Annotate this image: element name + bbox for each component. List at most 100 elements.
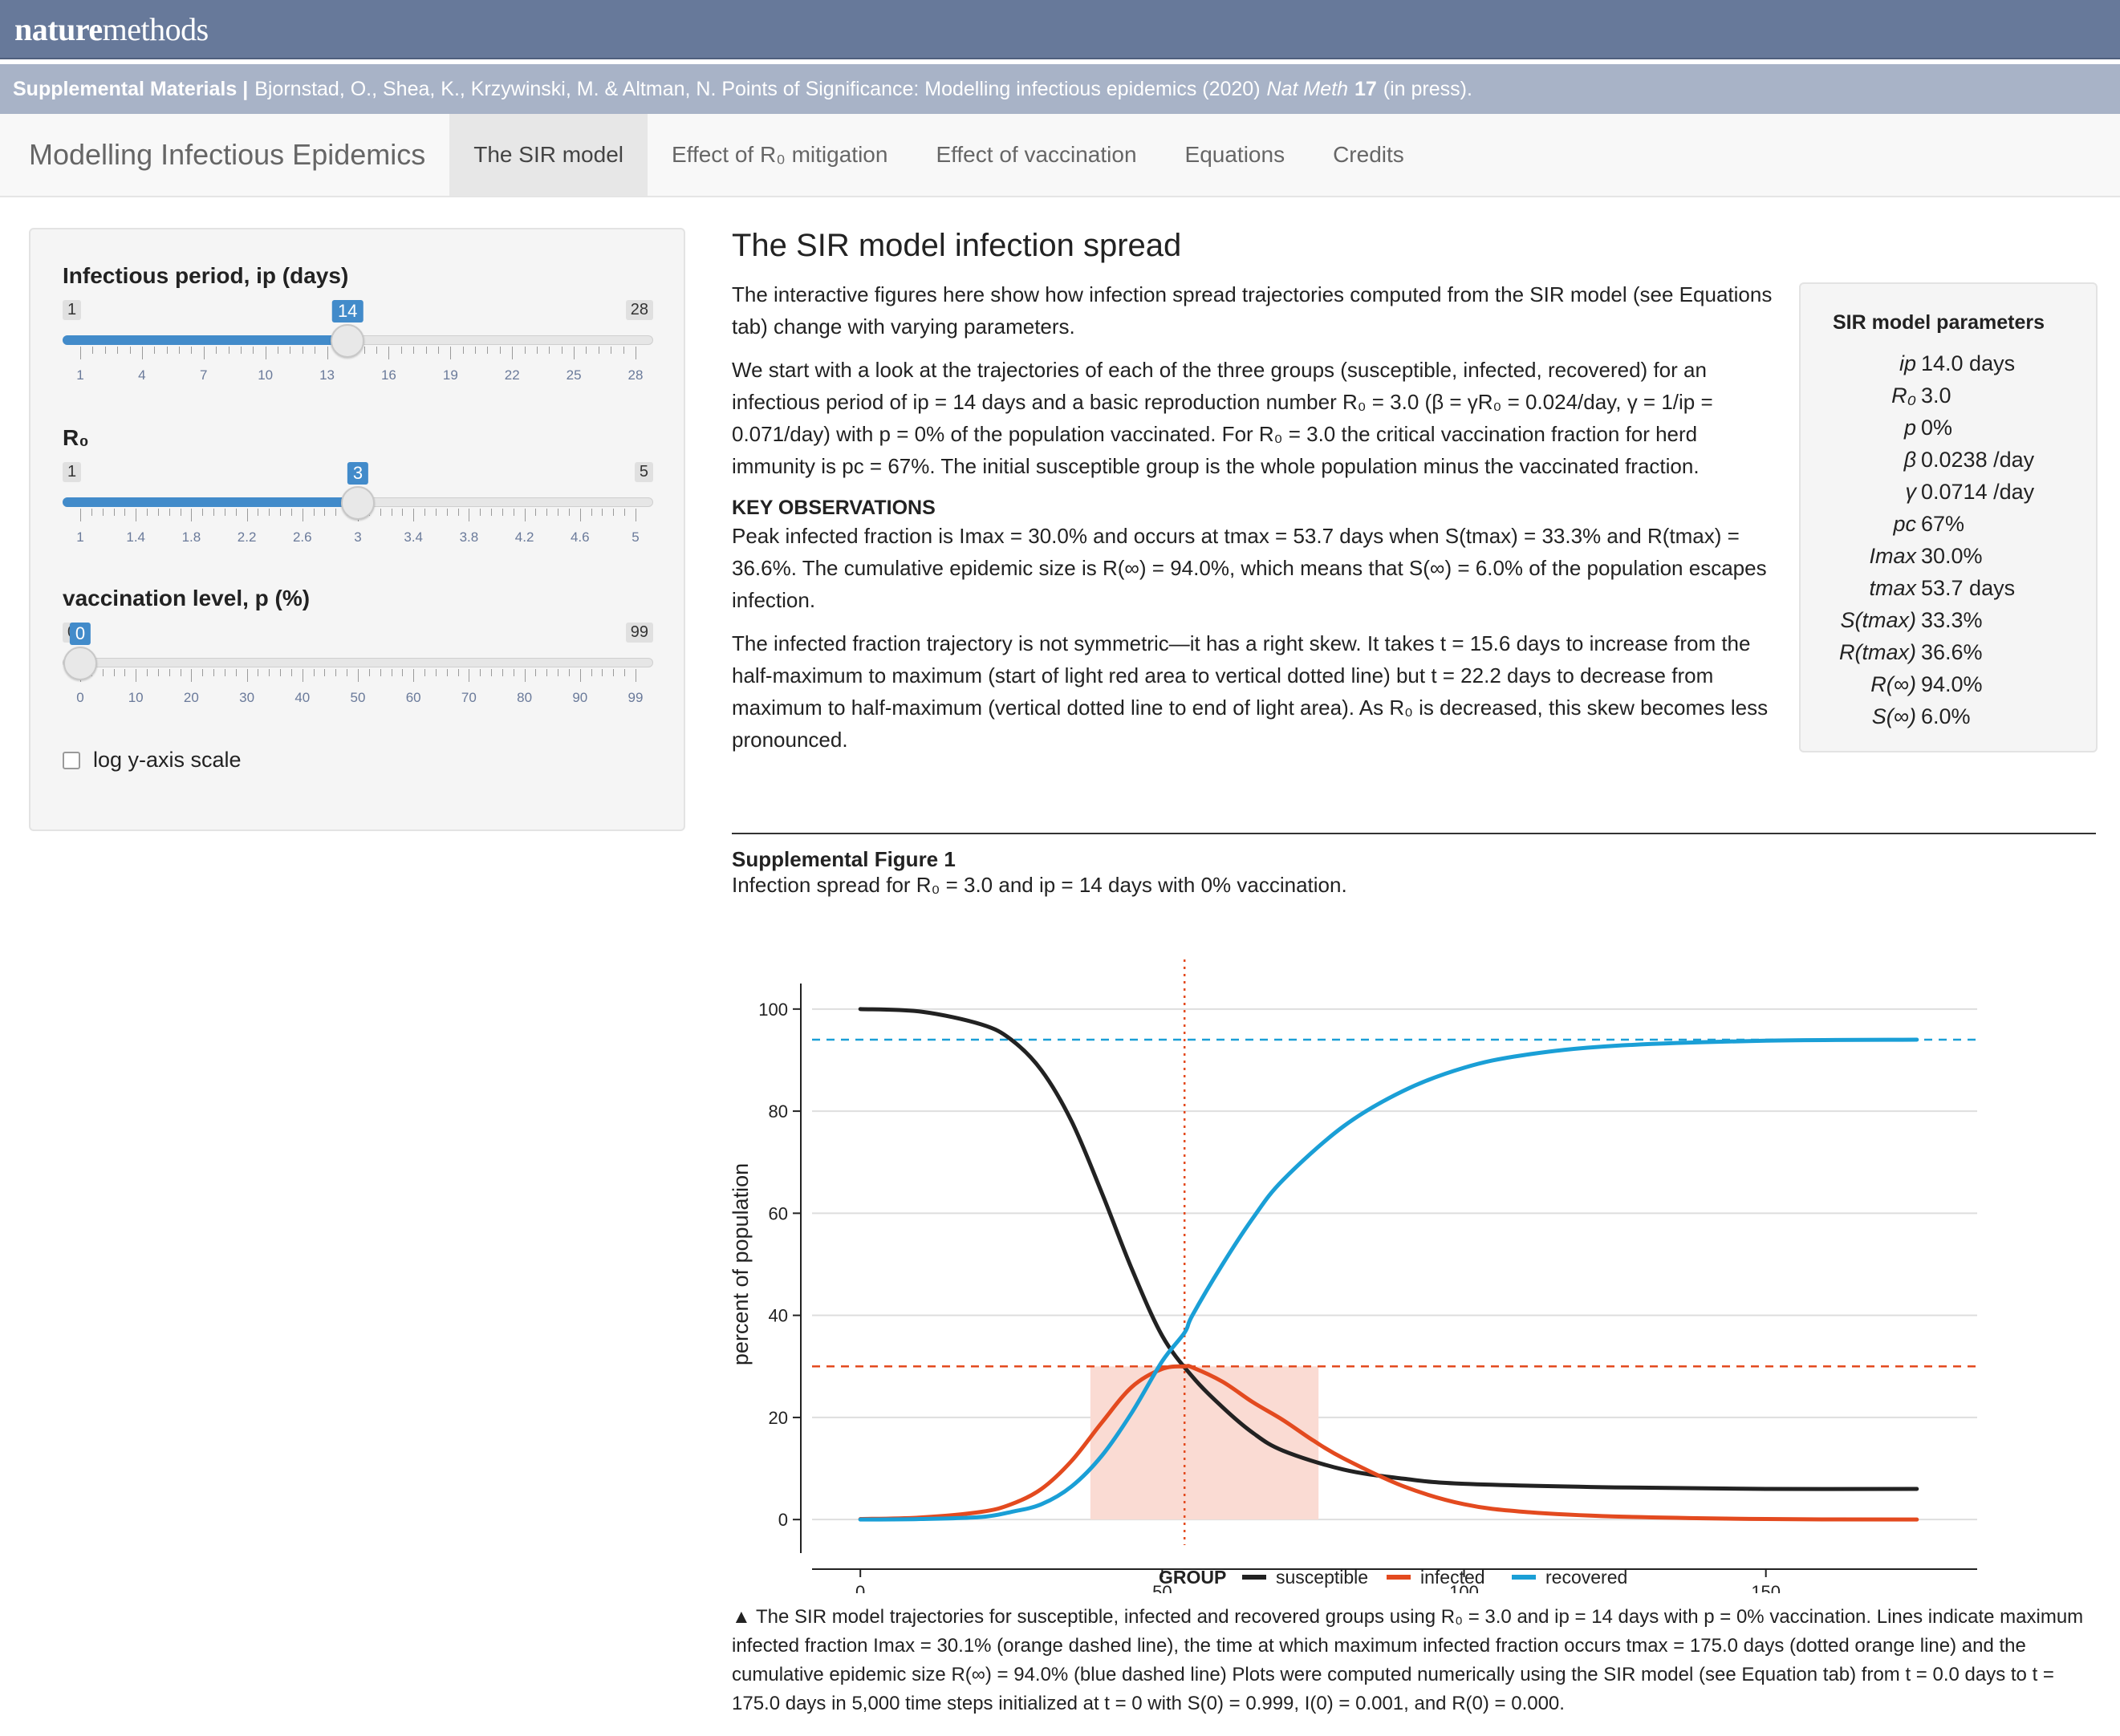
model-paragraph: We start with a look at the trajectories…	[732, 358, 1713, 478]
slider-value-badge: 0	[69, 623, 91, 645]
parameter-row: R(∞) 94.0%	[1801, 672, 2099, 704]
parameter-value: 14.0 days	[1921, 351, 2016, 375]
legend-label: recovered	[1545, 1567, 1627, 1588]
ip-slider-label: Infectious period, ip (days)	[63, 263, 349, 288]
parameter-name: ip	[1899, 351, 1916, 375]
slider-tick-label: 16	[380, 367, 396, 383]
y-tick-label: 0	[778, 1510, 788, 1530]
tab-sir-model[interactable]: The SIR model	[449, 114, 648, 196]
slider-tick-label: 90	[572, 690, 588, 705]
tab-credits[interactable]: Credits	[1309, 114, 1428, 196]
log-scale-checkbox[interactable]: log y-axis scale	[63, 748, 242, 773]
parameter-name: tmax	[1869, 576, 1916, 600]
slider-tick-label: 10	[258, 367, 274, 383]
citation-text: Bjornstad, O., Shea, K., Krzywinski, M. …	[254, 77, 1261, 100]
slider-tick-label: 2.6	[292, 529, 312, 545]
main-content: The SIR model infection spread The inter…	[732, 217, 2098, 1714]
controls-panel: Infectious period, ip (days) 1 28 1 4 7 10 13 1…	[29, 228, 685, 831]
infected-series-line	[858, 1364, 1919, 1522]
log-scale-label: log y-axis scale	[93, 748, 242, 772]
parameter-name: pc	[1893, 512, 1916, 536]
intro-paragraph: The interactive figures here show how in…	[732, 282, 1773, 339]
slider-tick-label: 4.2	[514, 529, 534, 545]
parameter-row: γ 0.0714 /day	[1801, 480, 2099, 512]
y-tick-label: 60	[769, 1203, 788, 1223]
tab-vaccination[interactable]: Effect of vaccination	[912, 114, 1160, 196]
parameter-value: 67%	[1921, 512, 1965, 536]
slider-min-label: 1	[63, 462, 82, 482]
slider-tick-label: 50	[350, 690, 366, 705]
tab-r0-mitigation[interactable]: Effect of R₀ mitigation	[648, 114, 912, 196]
tab-equations[interactable]: Equations	[1161, 114, 1310, 196]
slider-fill	[63, 335, 348, 345]
parameter-name: γ	[1905, 480, 1917, 504]
citation-journal: Nat Meth	[1266, 77, 1348, 100]
legend-label: infected	[1420, 1567, 1485, 1588]
slider-tick-label: 60	[405, 690, 421, 705]
slider-tick-label: 25	[566, 367, 582, 383]
parameter-row: ip 14.0 days	[1801, 351, 2099, 383]
app-title[interactable]: Modelling Infectious Epidemics	[0, 114, 449, 196]
slider-value-badge: 14	[331, 300, 363, 322]
parameter-row: tmax 53.7 days	[1801, 576, 2099, 608]
skew-paragraph: The infected fraction trajectory is not …	[732, 631, 1769, 752]
slider-tick-label: 0	[76, 690, 84, 705]
slider-tick-label: 30	[239, 690, 255, 705]
parameter-name: R₀	[1891, 383, 1916, 408]
parameter-row: Imax 30.0%	[1801, 544, 2099, 576]
slider-tick-label: 13	[319, 367, 335, 383]
parameter-value: 53.7 days	[1921, 576, 2016, 600]
parameter-row: β 0.0238 /day	[1801, 448, 2099, 480]
key-observations-heading: KEY OBSERVATIONS	[732, 497, 936, 519]
slider-tick-label: 3.8	[459, 529, 479, 545]
slider-tick-label: 3	[354, 529, 362, 545]
slider-tick-label: 28	[627, 367, 644, 383]
parameter-row: R₀ 3.0	[1801, 383, 2099, 416]
supplemental-label: Supplemental Materials |	[13, 77, 249, 100]
journal-logo[interactable]: naturemethods	[14, 10, 209, 48]
parameter-value: 94.0%	[1921, 672, 1983, 696]
parameter-name: R(∞)	[1870, 672, 1916, 696]
parameter-value: 0.0238 /day	[1921, 448, 2035, 472]
r0-slider[interactable]: 1 5 1 1.4 1.8 2.2 2.6 3 3.4 3.8 4.2 4.6 5 3	[63, 462, 653, 558]
parameter-name: R(tmax)	[1839, 640, 1916, 664]
slider-track[interactable]	[63, 658, 653, 667]
x-tick-label: 0	[855, 1582, 865, 1593]
slider-handle[interactable]	[341, 486, 375, 520]
slider-fill	[63, 497, 358, 507]
slider-tick-label: 2.2	[237, 529, 257, 545]
parameter-name: Imax	[1869, 544, 1916, 568]
slider-tick-label: 99	[627, 690, 644, 705]
slider-tick-label: 4	[138, 367, 146, 383]
slider-tick-label: 7	[200, 367, 208, 383]
parameters-panel: SIR model parameters ip 14.0 days R₀ 3.0 p 0%…	[1799, 282, 2098, 752]
parameter-value: 36.6%	[1921, 640, 1983, 664]
slider-min-label: 1	[63, 300, 82, 320]
slider-tick-label: 22	[504, 367, 520, 383]
citation-volume: 17	[1354, 77, 1377, 100]
citation-status: (in press).	[1383, 77, 1472, 100]
journal-header: naturemethods	[0, 0, 2120, 59]
slider-handle[interactable]	[331, 324, 365, 358]
vaccination-slider[interactable]: 0990102030405060708090990	[63, 623, 653, 719]
slider-tick-label: 19	[442, 367, 458, 383]
slider-tick-label: 20	[183, 690, 199, 705]
parameter-row: p 0%	[1801, 416, 2099, 448]
legend-title: GROUP	[1159, 1567, 1226, 1588]
slider-tick-label: 4.6	[570, 529, 590, 545]
figure-title: Supplemental Figure 1	[732, 847, 956, 871]
figure-caption: ▲ The SIR model trajectories for suscept…	[732, 1606, 2084, 1714]
parameters-title: SIR model parameters	[1833, 311, 2045, 334]
parameter-row: R(tmax) 36.6%	[1801, 640, 2099, 672]
parameter-value: 3.0	[1921, 383, 1951, 408]
slider-max-label: 5	[634, 462, 653, 482]
y-tick-label: 100	[758, 1000, 788, 1020]
top-navbar: Modelling Infectious Epidemics The SIR m…	[0, 114, 2120, 197]
checkbox-box[interactable]	[63, 751, 80, 769]
ip-slider[interactable]: 1 28 1 4 7 10 13 16 19 22 25 28 14	[63, 300, 653, 396]
slider-handle[interactable]	[63, 647, 97, 680]
parameter-value: 0.0714 /day	[1921, 480, 2035, 504]
slider-tick-label: 3.4	[404, 529, 424, 545]
observation-paragraph: Peak infected fraction is Imax = 30.0% a…	[732, 524, 1767, 612]
parameter-value: 30.0%	[1921, 544, 1983, 568]
